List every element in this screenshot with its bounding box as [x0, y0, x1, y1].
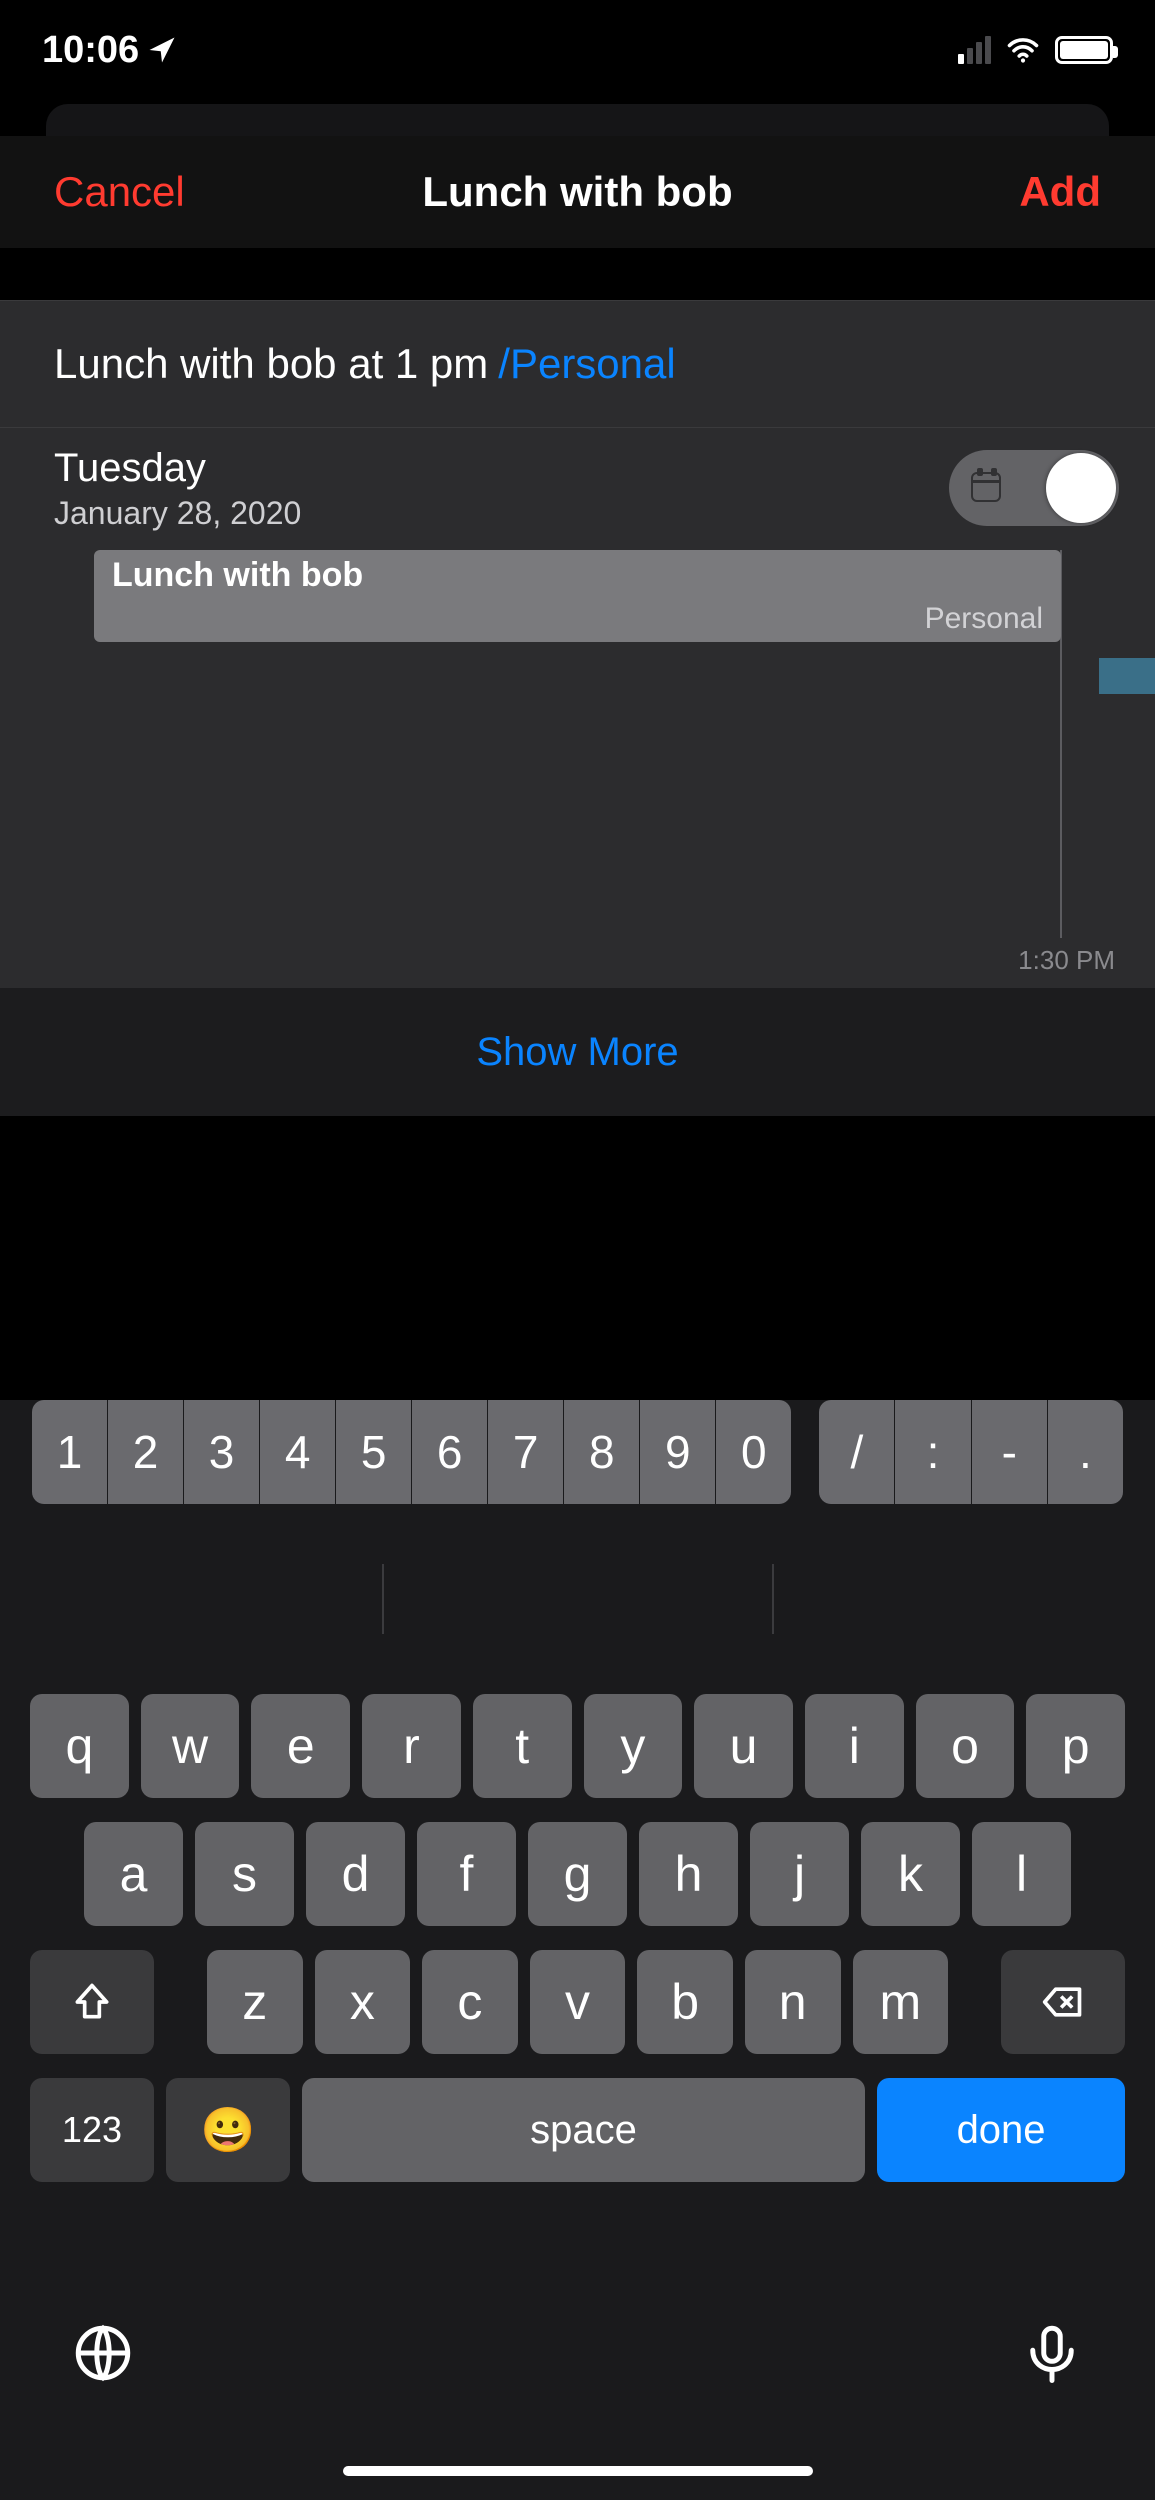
status-bar: 10:06	[0, 0, 1155, 100]
num-key-3[interactable]: 3	[184, 1400, 260, 1504]
num-key-0[interactable]: 0	[716, 1400, 791, 1504]
event-calendar: Personal	[925, 602, 1043, 636]
spacer	[960, 1950, 989, 2054]
key-w[interactable]: w	[141, 1694, 240, 1798]
key-o[interactable]: o	[916, 1694, 1015, 1798]
keyboard: q w e r t y u i o p a s d f g h j k l	[0, 1694, 1155, 2206]
number-shortcut-bar: 1 2 3 4 5 6 7 8 9 0	[32, 1400, 791, 1504]
cancel-button[interactable]: Cancel	[54, 168, 185, 215]
key-r[interactable]: r	[362, 1694, 461, 1798]
shift-key[interactable]	[30, 1950, 154, 2054]
keyboard-zone: 1 2 3 4 5 6 7 8 9 0 / : - .	[0, 1400, 1155, 2500]
key-d[interactable]: d	[306, 1822, 405, 1926]
keyboard-row-4: 123 😀 space done	[30, 2078, 1125, 2182]
day-of-week: Tuesday	[54, 446, 301, 491]
key-l[interactable]: l	[972, 1822, 1071, 1926]
wifi-icon	[1005, 32, 1041, 68]
event-input-tag: /Personal	[498, 340, 675, 388]
key-q[interactable]: q	[30, 1694, 129, 1798]
suggestion-separators	[0, 1564, 1155, 1634]
backspace-icon	[1041, 1980, 1085, 2024]
key-f[interactable]: f	[417, 1822, 516, 1926]
status-right	[958, 32, 1113, 68]
num-key-1[interactable]: 1	[32, 1400, 108, 1504]
sym-key-slash[interactable]: /	[819, 1400, 895, 1504]
full-date: January 28, 2020	[54, 495, 301, 532]
globe-icon[interactable]	[70, 2320, 136, 2386]
key-n[interactable]: n	[745, 1950, 841, 2054]
modal-header: Cancel Lunch with bob Add	[0, 136, 1155, 248]
key-e[interactable]: e	[251, 1694, 350, 1798]
key-p[interactable]: p	[1026, 1694, 1125, 1798]
sym-key-dot[interactable]: .	[1048, 1400, 1123, 1504]
add-button[interactable]: Add	[1019, 168, 1101, 215]
microphone-icon[interactable]	[1019, 2320, 1085, 2386]
num-key-9[interactable]: 9	[640, 1400, 716, 1504]
key-j[interactable]: j	[750, 1822, 849, 1926]
calendar-icon	[971, 472, 1001, 502]
backspace-key[interactable]	[1001, 1950, 1125, 2054]
show-more-button[interactable]: Show More	[0, 988, 1155, 1116]
num-key-2[interactable]: 2	[108, 1400, 184, 1504]
event-block[interactable]: Lunch with bob Personal	[94, 550, 1061, 642]
key-z[interactable]: z	[207, 1950, 303, 2054]
keyboard-row-1: q w e r t y u i o p	[30, 1694, 1125, 1798]
key-a[interactable]: a	[84, 1822, 183, 1926]
num-key-6[interactable]: 6	[412, 1400, 488, 1504]
time-highlight	[1099, 658, 1155, 694]
symbol-shortcut-bar: / : - .	[819, 1400, 1123, 1504]
sym-key-dash[interactable]: -	[972, 1400, 1048, 1504]
numeric-key[interactable]: 123	[30, 2078, 154, 2182]
space-key[interactable]: space	[302, 2078, 865, 2182]
key-c[interactable]: c	[422, 1950, 518, 2054]
num-key-8[interactable]: 8	[564, 1400, 640, 1504]
key-i[interactable]: i	[805, 1694, 904, 1798]
location-arrow-icon	[147, 35, 177, 65]
key-y[interactable]: y	[584, 1694, 683, 1798]
key-h[interactable]: h	[639, 1822, 738, 1926]
schedule-preview: Tuesday January 28, 2020 Lunch with bob …	[0, 428, 1155, 988]
key-s[interactable]: s	[195, 1822, 294, 1926]
num-key-5[interactable]: 5	[336, 1400, 412, 1504]
event-input-row[interactable]: Lunch with bob at 1 pm /Personal	[0, 300, 1155, 428]
time-grid: Lunch with bob Personal 1:30 PM	[0, 550, 1155, 988]
quicktype-accessory-row: 1 2 3 4 5 6 7 8 9 0 / : - .	[0, 1400, 1155, 1504]
time-axis-label: 1:30 PM	[1018, 945, 1115, 976]
shift-icon	[70, 1980, 114, 2024]
status-time: 10:06	[42, 29, 139, 72]
status-time-group: 10:06	[42, 29, 177, 72]
keyboard-row-3: z x c v b n m	[30, 1950, 1125, 2054]
date-header: Tuesday January 28, 2020	[54, 446, 301, 532]
calendar-view-toggle[interactable]	[949, 450, 1119, 526]
done-key[interactable]: done	[877, 2078, 1125, 2182]
key-g[interactable]: g	[528, 1822, 627, 1926]
home-indicator[interactable]	[343, 2466, 813, 2476]
key-k[interactable]: k	[861, 1822, 960, 1926]
screen-root: 10:06 Cancel Lunch with bob Add Lunch wi…	[0, 0, 1155, 2500]
separator	[772, 1564, 774, 1634]
modal-title: Lunch with bob	[234, 168, 921, 216]
battery-icon	[1055, 36, 1113, 64]
event-title: Lunch with bob	[112, 556, 1043, 595]
num-key-4[interactable]: 4	[260, 1400, 336, 1504]
key-v[interactable]: v	[530, 1950, 626, 2054]
key-b[interactable]: b	[637, 1950, 733, 2054]
key-m[interactable]: m	[853, 1950, 949, 2054]
num-key-7[interactable]: 7	[488, 1400, 564, 1504]
key-x[interactable]: x	[315, 1950, 411, 2054]
separator	[382, 1564, 384, 1634]
event-input-text: Lunch with bob at 1 pm	[54, 340, 488, 388]
key-t[interactable]: t	[473, 1694, 572, 1798]
emoji-key[interactable]: 😀	[166, 2078, 290, 2182]
key-u[interactable]: u	[694, 1694, 793, 1798]
cellular-signal-icon	[958, 36, 991, 64]
sym-key-colon[interactable]: :	[895, 1400, 971, 1504]
spacer	[166, 1950, 195, 2054]
keyboard-row-2: a s d f g h j k l	[30, 1822, 1125, 1926]
toggle-knob	[1046, 453, 1116, 523]
